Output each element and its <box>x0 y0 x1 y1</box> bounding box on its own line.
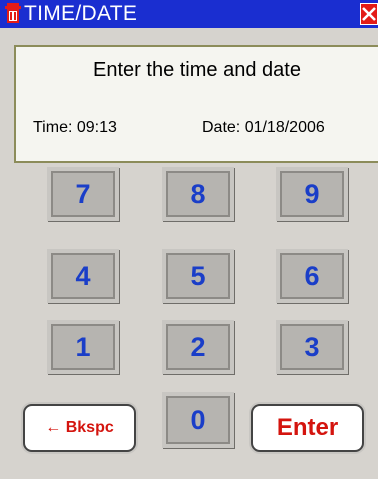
key-label: 8 <box>190 178 206 209</box>
backspace-label: ← Bkspc <box>45 419 114 436</box>
key-label: 7 <box>75 178 91 209</box>
key-label: 5 <box>190 260 206 291</box>
key-7[interactable]: 7 <box>47 167 119 221</box>
instruction-text: Enter the time and date <box>93 59 301 81</box>
key-label: 9 <box>304 178 320 209</box>
time-date-display-panel: Enter the time and date Time: 09:13 Date… <box>14 45 378 163</box>
close-icon <box>361 7 377 28</box>
key-label: 0 <box>190 404 206 435</box>
backspace-button[interactable]: ← Bkspc <box>23 404 136 452</box>
trash-can-icon <box>4 3 22 24</box>
window-title: TIME/DATE <box>24 2 138 25</box>
title-bar: TIME/DATE <box>0 0 378 28</box>
key-label: 6 <box>304 260 320 291</box>
key-label: 1 <box>75 331 91 362</box>
close-button[interactable] <box>360 3 378 25</box>
key-label: 2 <box>190 331 206 362</box>
key-label: 4 <box>75 260 91 291</box>
enter-button[interactable]: Enter <box>251 404 364 452</box>
key-1[interactable]: 1 <box>47 320 119 374</box>
key-9[interactable]: 9 <box>276 167 348 221</box>
key-2[interactable]: 2 <box>162 320 234 374</box>
key-label: 3 <box>304 331 320 362</box>
key-4[interactable]: 4 <box>47 249 119 303</box>
enter-label: Enter <box>276 414 339 441</box>
key-3[interactable]: 3 <box>276 320 348 374</box>
date-readout: Date: 01/18/2006 <box>202 119 325 136</box>
time-readout: Time: 09:13 <box>33 119 117 136</box>
key-0[interactable]: 0 <box>162 392 234 448</box>
key-5[interactable]: 5 <box>162 249 234 303</box>
key-6[interactable]: 6 <box>276 249 348 303</box>
key-8[interactable]: 8 <box>162 167 234 221</box>
